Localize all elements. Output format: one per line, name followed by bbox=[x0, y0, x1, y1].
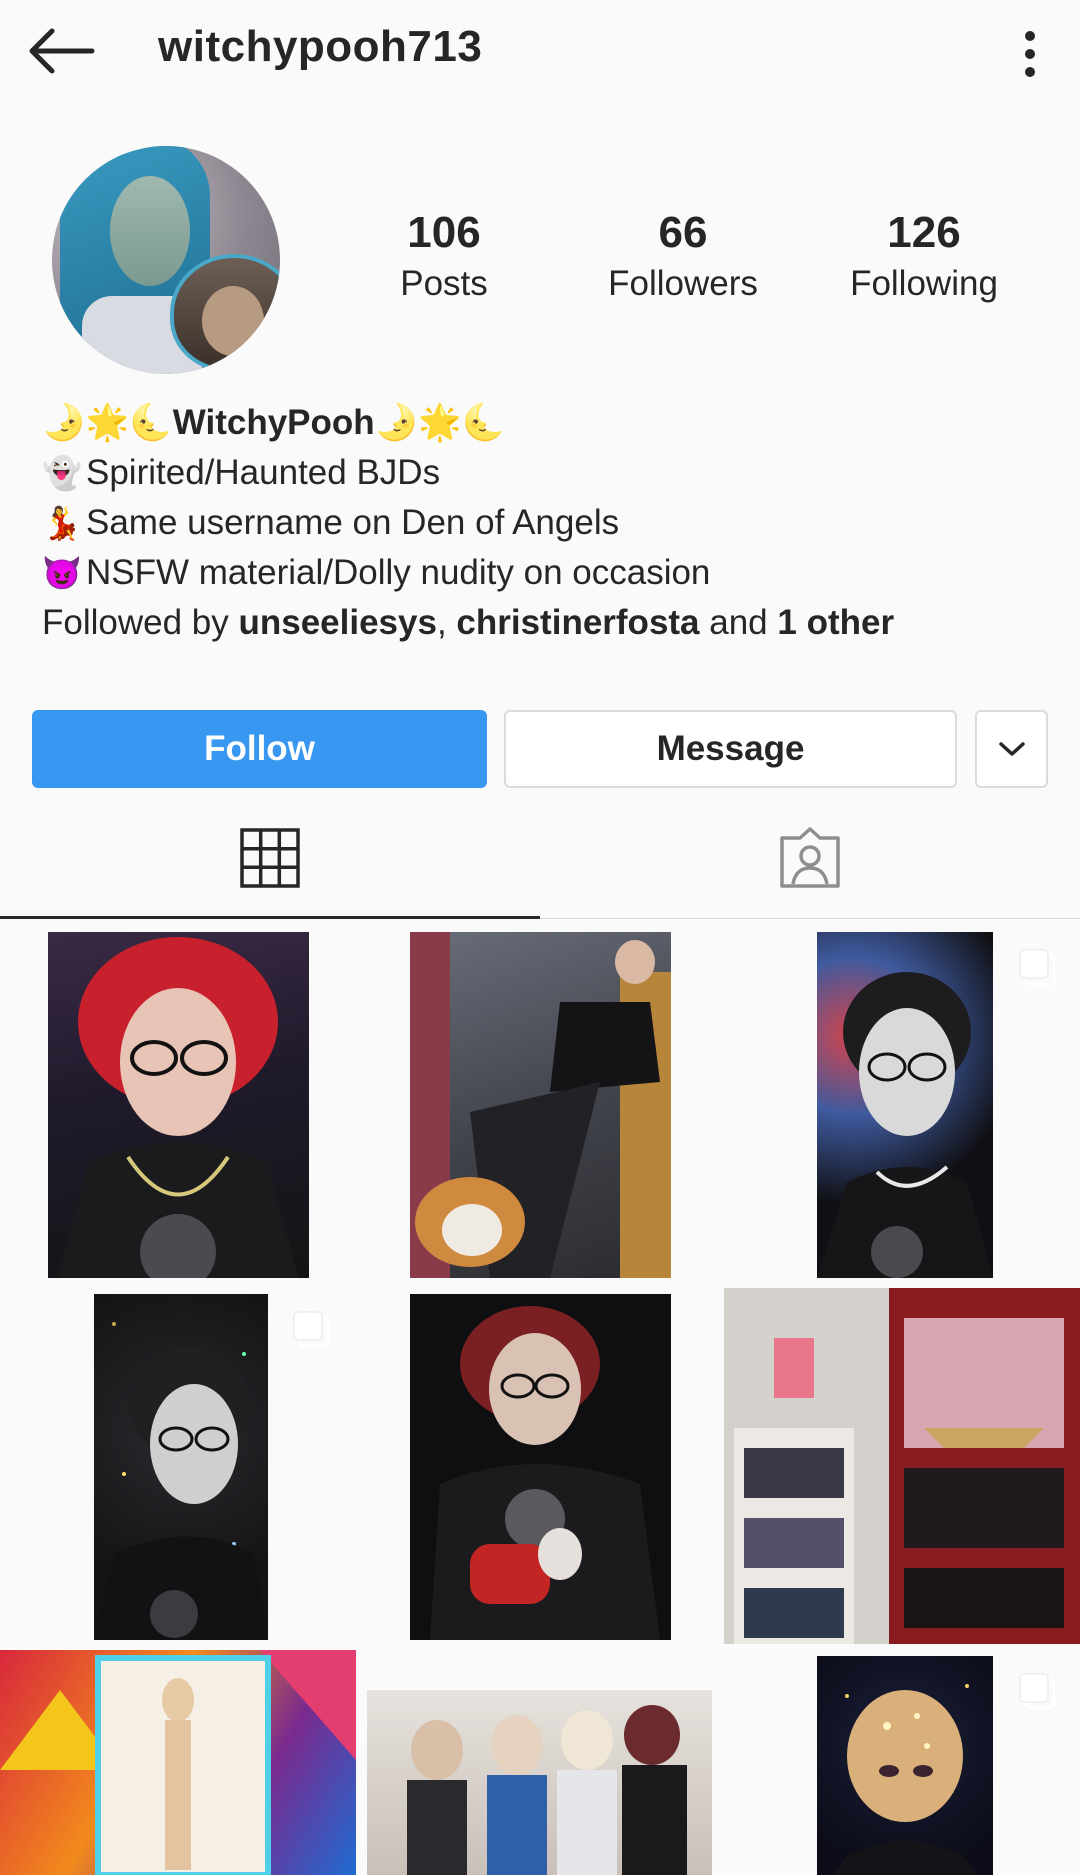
avatar-inset-face bbox=[202, 286, 264, 356]
devil-icon: 😈 bbox=[42, 555, 82, 591]
stat-followers-value: 66 bbox=[658, 208, 708, 257]
post-doll-shelf-room[interactable] bbox=[724, 1288, 1080, 1644]
post-doll-bald-stars-image bbox=[833, 1684, 977, 1875]
tab-divider bbox=[540, 918, 1080, 919]
bio-line: 😈 NSFW material/Dolly nudity on occasion bbox=[42, 548, 1042, 598]
top-bar: witchypooh713 bbox=[0, 0, 1080, 105]
post-doll-skull-shirt-image bbox=[430, 1306, 660, 1640]
profile-avatar[interactable] bbox=[52, 146, 280, 374]
post-dolls-group-image bbox=[407, 1705, 687, 1875]
bio-line-text: NSFW material/Dolly nudity on occasion bbox=[86, 553, 711, 592]
grid-icon bbox=[240, 828, 300, 888]
post-doll-with-cat-image bbox=[410, 932, 671, 1278]
post-doll-glasses-bw-image bbox=[817, 972, 993, 1278]
post-doll-colorful-note[interactable] bbox=[0, 1650, 356, 1875]
chevron-down-icon bbox=[998, 742, 1025, 756]
arrow-left-icon[interactable] bbox=[28, 26, 98, 76]
follow-button[interactable]: Follow bbox=[32, 710, 487, 788]
post-dolls-group[interactable] bbox=[367, 1690, 712, 1875]
post-doll-bald-stars[interactable] bbox=[817, 1656, 993, 1875]
followed-user-link[interactable]: christinerfosta bbox=[456, 598, 699, 648]
multiple-photos-icon bbox=[292, 1310, 332, 1350]
multiple-photos-icon bbox=[1018, 948, 1058, 988]
bio-name-line: 🌛🌟🌜 WitchyPooh 🌛🌟🌜 bbox=[42, 398, 1042, 448]
post-doll-skull-shirt[interactable] bbox=[410, 1294, 671, 1640]
post-doll-with-cat[interactable] bbox=[410, 932, 671, 1278]
suggested-dropdown-button[interactable] bbox=[975, 710, 1048, 788]
post-red-hair-doll[interactable] bbox=[48, 932, 309, 1278]
stat-posts[interactable]: 106 Posts bbox=[344, 206, 544, 308]
bio-line: 👻 Spirited/Haunted BJDs bbox=[42, 448, 1042, 498]
tab-tagged[interactable] bbox=[540, 800, 1080, 920]
stat-following-label: Following bbox=[850, 264, 998, 303]
followed-by-line[interactable]: Followed by unseeliesys , christinerfost… bbox=[42, 598, 1042, 648]
avatar-face bbox=[110, 176, 190, 286]
post-doll-dark-sparkle[interactable] bbox=[94, 1294, 268, 1640]
bio-display-name: WitchyPooh bbox=[172, 403, 375, 442]
bio-line-text: Spirited/Haunted BJDs bbox=[86, 453, 441, 492]
tab-grid[interactable] bbox=[0, 800, 540, 920]
message-button[interactable]: Message bbox=[504, 710, 957, 788]
bio-line-text: Same username on Den of Angels bbox=[86, 503, 620, 542]
stat-posts-value: 106 bbox=[407, 208, 481, 257]
stat-followers[interactable]: 66 Followers bbox=[583, 206, 783, 308]
stat-following-value: 126 bbox=[887, 208, 961, 257]
bio-name-suffix: 🌛🌟🌜 bbox=[374, 403, 506, 442]
post-doll-colorful-note-image bbox=[0, 1650, 356, 1875]
post-doll-glasses-bw[interactable] bbox=[817, 932, 993, 1278]
profile-bio: 🌛🌟🌜 WitchyPooh 🌛🌟🌜 👻 Spirited/Haunted BJ… bbox=[42, 398, 1042, 648]
post-red-hair-doll-image bbox=[58, 937, 298, 1278]
followed-and: and bbox=[699, 603, 778, 642]
stat-posts-label: Posts bbox=[400, 264, 488, 303]
stat-followers-label: Followers bbox=[608, 264, 758, 303]
tab-active-indicator bbox=[0, 916, 540, 919]
bio-line: 💃 Same username on Den of Angels bbox=[42, 498, 1042, 548]
profile-username: witchypooh713 bbox=[158, 22, 483, 71]
followed-user-link[interactable]: unseeliesys bbox=[238, 598, 436, 648]
followed-other-link[interactable]: 1 other bbox=[777, 598, 894, 648]
post-doll-shelf-room-image bbox=[734, 1288, 1080, 1644]
multiple-photos-icon bbox=[1018, 1672, 1058, 1712]
tagged-person-icon bbox=[780, 827, 840, 888]
post-doll-dark-sparkle-image bbox=[94, 1322, 268, 1640]
ghost-icon: 👻 bbox=[42, 455, 82, 491]
followed-separator: , bbox=[436, 603, 457, 642]
more-vertical-icon[interactable] bbox=[1010, 24, 1050, 84]
bio-name-prefix: 🌛🌟🌜 bbox=[42, 403, 173, 442]
dancer-icon: 💃 bbox=[42, 505, 82, 541]
followed-by-prefix: Followed by bbox=[42, 603, 239, 642]
stat-following[interactable]: 126 Following bbox=[824, 206, 1024, 308]
